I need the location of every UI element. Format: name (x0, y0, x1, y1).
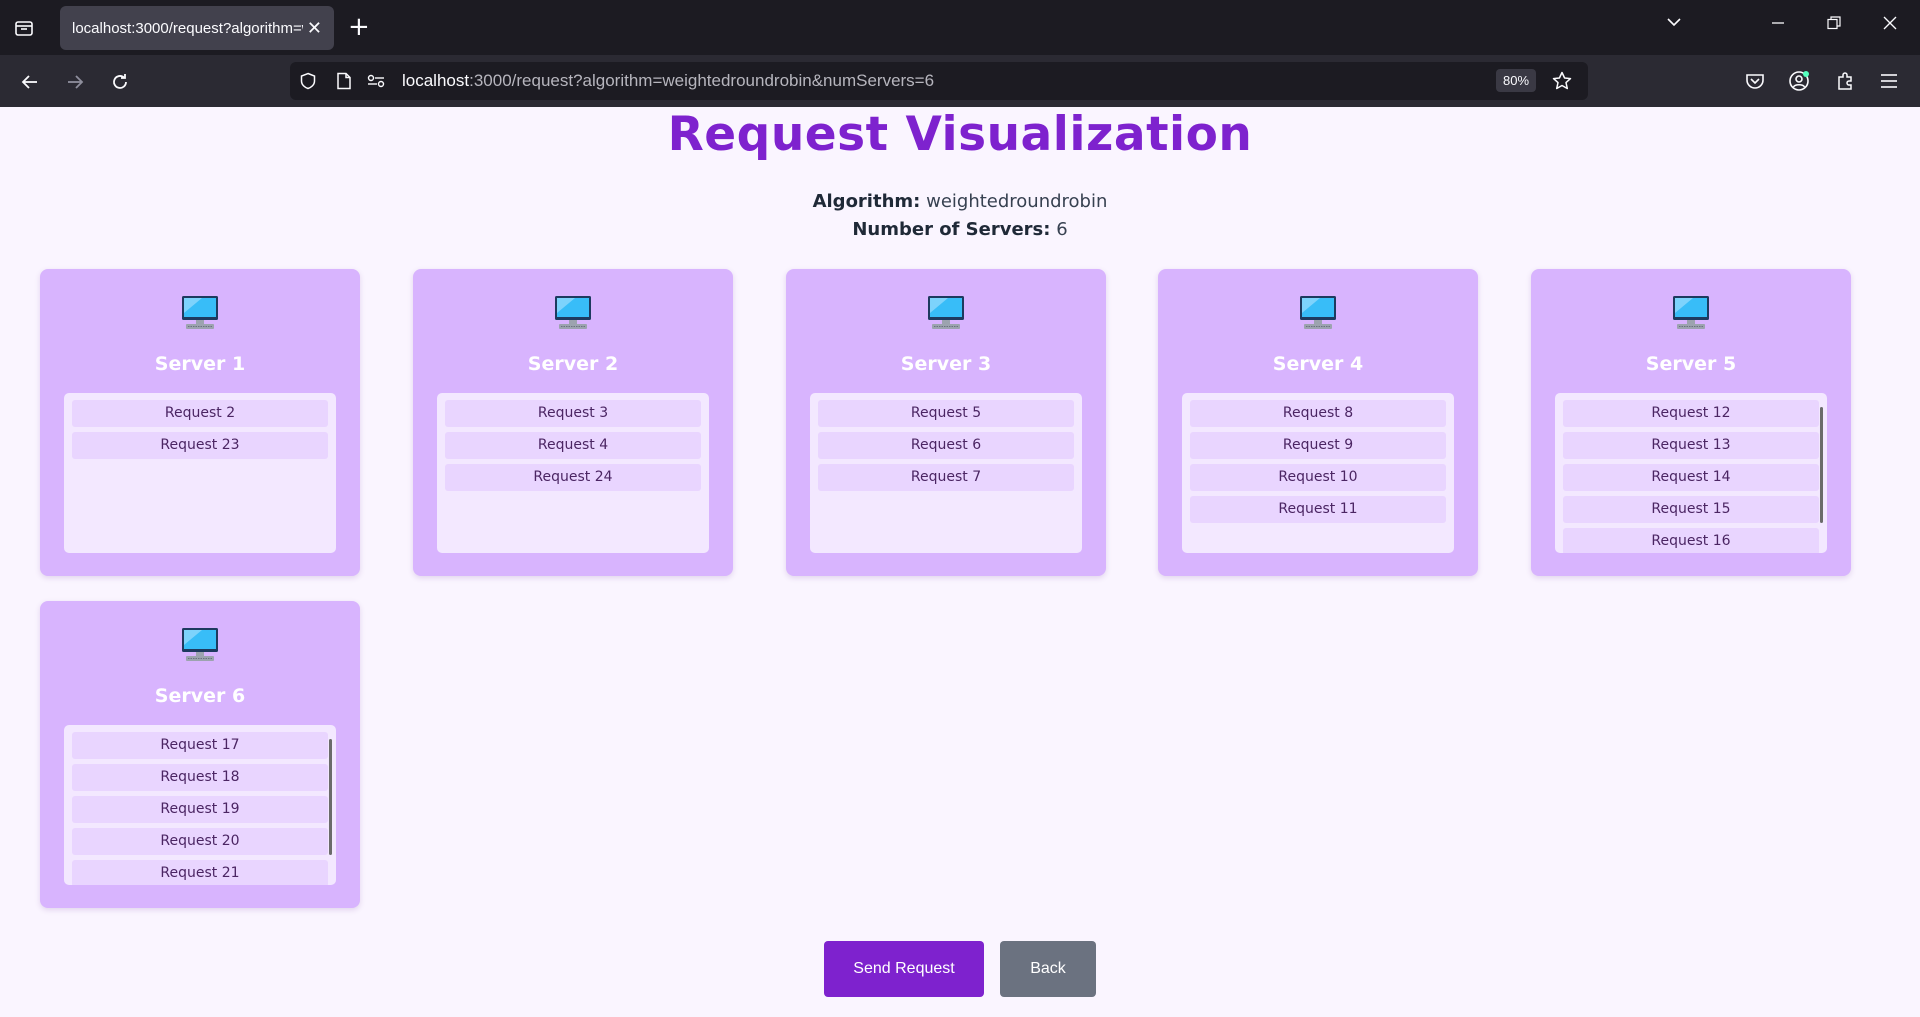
request-list-scrollbar[interactable] (329, 739, 332, 855)
tab-list-icon[interactable] (10, 14, 38, 42)
request-item: Request 9 (1190, 432, 1446, 459)
server-card: Server 4 Request 8 Request 9 Request 10 Requ… (1158, 269, 1478, 576)
request-item: Request 3 (445, 400, 701, 427)
request-item: Request 23 (72, 432, 328, 459)
extensions-icon[interactable] (1832, 68, 1858, 94)
page-title: Request Visualization (667, 107, 1253, 162)
request-item: Request 2 (72, 400, 328, 427)
bookmark-star-icon[interactable] (1552, 71, 1572, 95)
server-name: Server 5 (1645, 353, 1737, 375)
server-name: Server 4 (1272, 353, 1364, 375)
back-button[interactable]: Back (1000, 941, 1096, 997)
request-list: Request 8 Request 9 Request 10 Request 11 (1182, 393, 1454, 553)
server-name: Server 1 (154, 353, 246, 375)
pocket-icon[interactable] (1742, 68, 1768, 94)
computer-icon (553, 295, 593, 331)
shield-icon[interactable] (298, 71, 318, 91)
server-card: Server 2 Request 3 Request 4 Request 24 (413, 269, 733, 576)
request-item: Request 14 (1563, 464, 1819, 491)
request-item: Request 15 (1563, 496, 1819, 523)
request-item: Request 10 (1190, 464, 1446, 491)
permissions-icon[interactable] (366, 71, 386, 91)
request-item: Request 12 (1563, 400, 1819, 427)
request-list: Request 2 Request 23 (64, 393, 336, 553)
url-host: localhost (402, 71, 470, 90)
request-item: Request 5 (818, 400, 1074, 427)
page-info-icon[interactable] (334, 71, 354, 91)
servers-count-line: Number of Servers: 6 (0, 219, 1920, 240)
list-all-tabs-icon[interactable] (1660, 14, 1688, 35)
reload-icon[interactable] (105, 67, 135, 97)
server-card: Server 5 Request 12 Request 13 Request 14 Re… (1531, 269, 1851, 576)
close-tab-icon[interactable]: ✕ (307, 18, 322, 39)
request-item: Request 11 (1190, 496, 1446, 523)
server-name: Server 6 (154, 685, 246, 707)
server-name: Server 3 (900, 353, 992, 375)
browser-tab[interactable]: localhost:3000/request?algorithm=weighte… (60, 6, 334, 50)
new-tab-icon[interactable]: + (348, 12, 370, 42)
send-request-button[interactable]: Send Request (824, 941, 984, 997)
request-item: Request 18 (72, 764, 328, 791)
page-content: Request Visualization Algorithm: weighte… (0, 107, 1920, 1017)
servers-count-label: Number of Servers: (852, 219, 1051, 240)
browser-tab-bar: localhost:3000/request?algorithm=weighte… (0, 0, 1920, 55)
request-item: Request 13 (1563, 432, 1819, 459)
computer-icon (180, 627, 220, 663)
menu-icon[interactable] (1876, 68, 1902, 94)
request-item: Request 19 (72, 796, 328, 823)
request-list-scrollbar[interactable] (1820, 407, 1823, 523)
request-item: Request 7 (818, 464, 1074, 491)
request-item: Request 24 (445, 464, 701, 491)
request-list[interactable]: Request 17 Request 18 Request 19 Request 20… (64, 725, 336, 885)
minimize-icon[interactable] (1764, 14, 1792, 35)
algorithm-value: weightedroundrobin (926, 191, 1108, 212)
request-item: Request 8 (1190, 400, 1446, 427)
algorithm-line: Algorithm: weightedroundrobin (0, 191, 1920, 212)
close-window-icon[interactable] (1876, 14, 1904, 35)
computer-icon (180, 295, 220, 331)
zoom-level-badge[interactable]: 80% (1496, 69, 1537, 92)
account-icon[interactable] (1786, 68, 1812, 94)
server-card: Server 6 Request 17 Request 18 Request 19 Re… (40, 601, 360, 908)
server-card: Server 1 Request 2 Request 23 (40, 269, 360, 576)
tab-title: localhost:3000/request?algorithm=weighte… (72, 19, 303, 37)
forward-arrow-icon[interactable] (60, 67, 90, 97)
server-card: Server 3 Request 5 Request 6 Request 7 (786, 269, 1106, 576)
computer-icon (1298, 295, 1338, 331)
computer-icon (1671, 295, 1711, 331)
browser-nav-bar: localhost:3000/request?algorithm=weighte… (0, 55, 1920, 107)
restore-icon[interactable] (1820, 14, 1848, 35)
servers-count-value: 6 (1056, 219, 1068, 240)
request-list[interactable]: Request 12 Request 13 Request 14 Request 15… (1555, 393, 1827, 553)
request-list: Request 3 Request 4 Request 24 (437, 393, 709, 553)
request-item: Request 21 (72, 860, 328, 885)
address-bar[interactable]: localhost:3000/request?algorithm=weighte… (290, 62, 1588, 100)
url-text[interactable]: localhost:3000/request?algorithm=weighte… (402, 71, 934, 91)
request-item: Request 16 (1563, 528, 1819, 553)
request-item: Request 17 (72, 732, 328, 759)
server-name: Server 2 (527, 353, 619, 375)
computer-icon (926, 295, 966, 331)
url-path: :3000/request?algorithm=weightedroundrob… (469, 71, 935, 90)
request-item: Request 4 (445, 432, 701, 459)
algorithm-label: Algorithm: (812, 191, 921, 212)
request-item: Request 20 (72, 828, 328, 855)
request-item: Request 6 (818, 432, 1074, 459)
request-list: Request 5 Request 6 Request 7 (810, 393, 1082, 553)
back-arrow-icon[interactable] (15, 67, 45, 97)
